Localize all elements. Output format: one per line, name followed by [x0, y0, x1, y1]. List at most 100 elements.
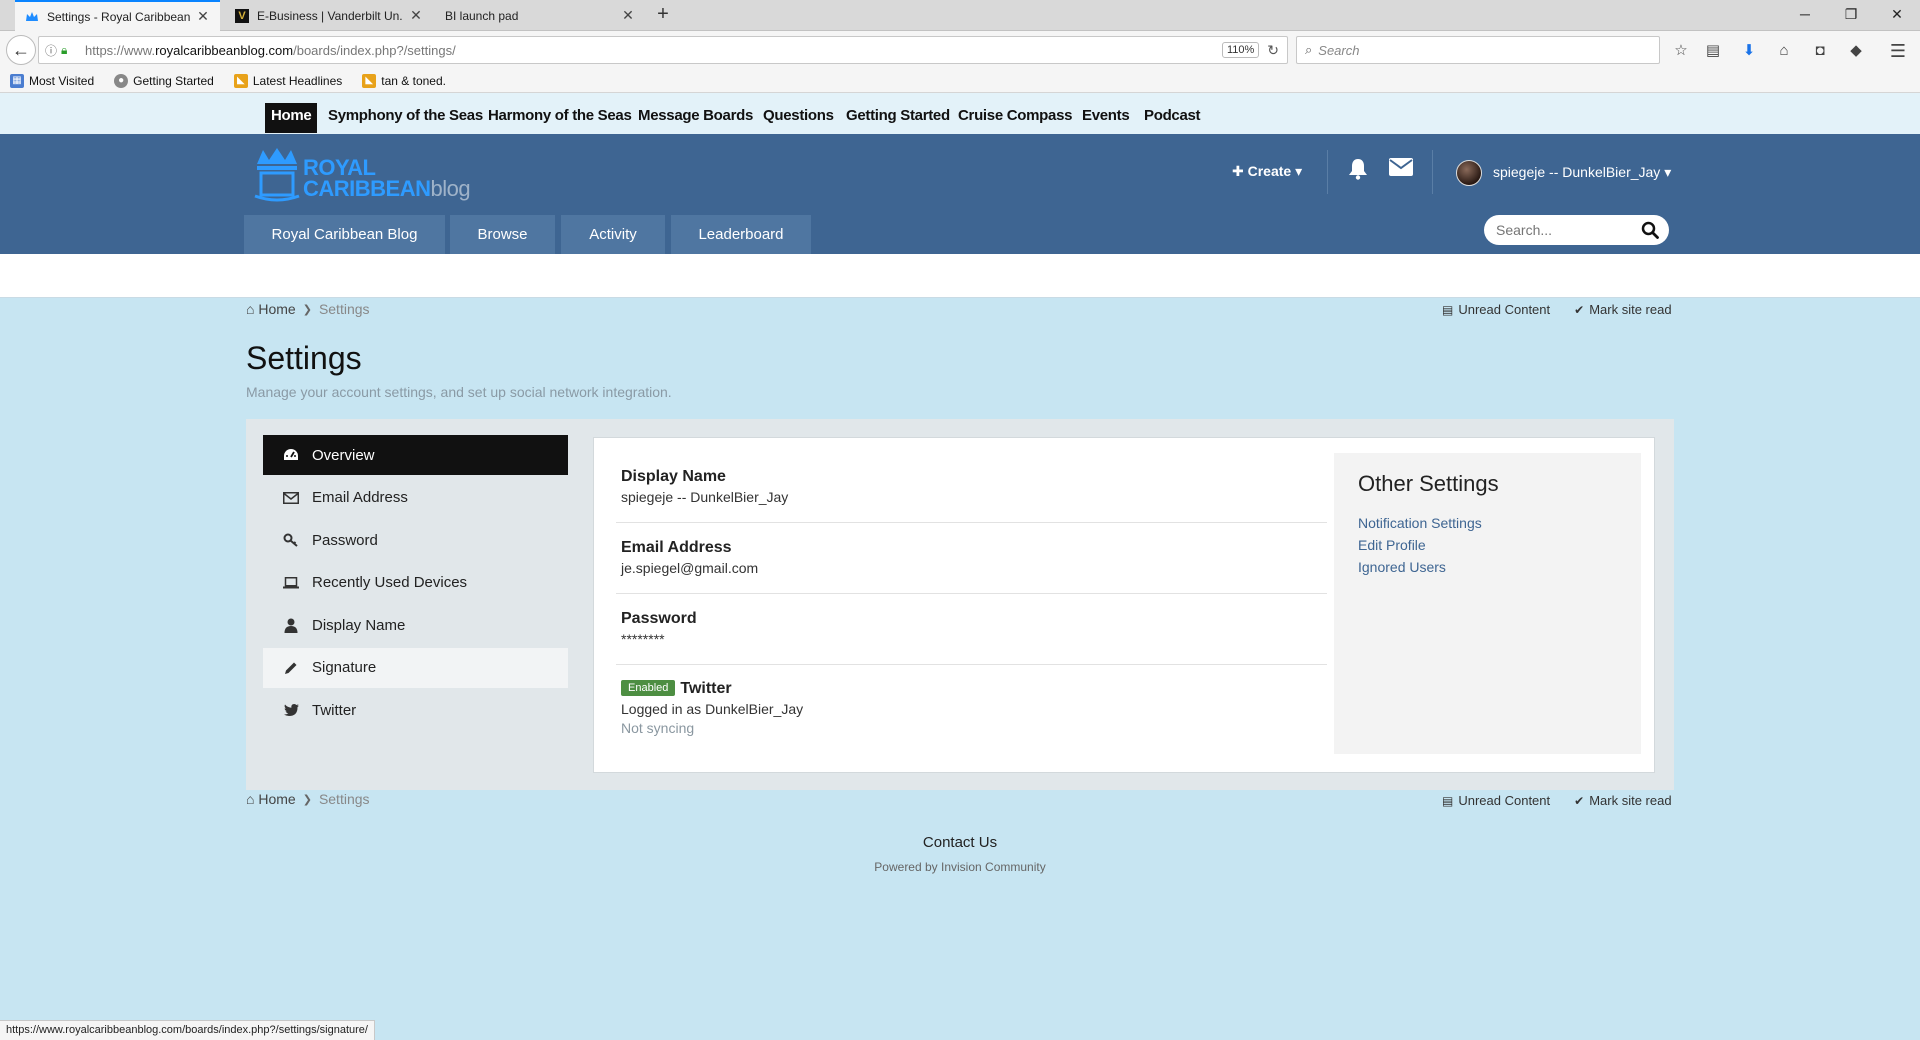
browser-tab[interactable]: BI launch pad ✕: [435, 0, 645, 31]
info-icon[interactable]: ⓘ: [45, 42, 61, 59]
chevron-right-icon: ❯: [302, 793, 312, 806]
nav-questions[interactable]: Questions: [757, 103, 840, 133]
breadcrumb-home[interactable]: ⌂ Home: [246, 301, 296, 317]
user-menu[interactable]: spiegeje -- DunkelBier_Jay ▾: [1493, 164, 1671, 181]
logo-text-line2: CARIBBEANblog: [303, 176, 471, 201]
site-search[interactable]: [1484, 215, 1669, 245]
divider: [616, 593, 1327, 594]
browser-tab-active[interactable]: Settings - Royal Caribbean... ✕: [15, 0, 220, 31]
pencil-icon: [281, 661, 301, 675]
envelope-messages-icon[interactable]: [1389, 158, 1413, 182]
bell-notifications-icon[interactable]: [1348, 158, 1368, 186]
powered-by-text: Powered by Invision Community: [874, 860, 1046, 874]
menu-item-twitter[interactable]: Twitter: [263, 690, 568, 730]
zoom-indicator[interactable]: 110%: [1221, 42, 1260, 58]
avatar[interactable]: [1456, 160, 1482, 186]
crown-logo-icon: [254, 148, 300, 202]
ignored-users-link[interactable]: Ignored Users: [1358, 556, 1617, 578]
browser-search-placeholder: Search: [1318, 42, 1360, 58]
reload-icon[interactable]: ↻: [1267, 42, 1279, 59]
lock-icon: 🔒︎: [61, 42, 68, 57]
nav-symphony[interactable]: Symphony of the Seas: [322, 103, 489, 133]
nav-podcast[interactable]: Podcast: [1138, 103, 1206, 133]
plus-icon: ✚: [1232, 163, 1244, 179]
email-value: je.spiegel@gmail.com: [621, 560, 759, 576]
minimize-icon[interactable]: ─: [1782, 0, 1828, 31]
create-button[interactable]: ✚ Create ▾: [1232, 163, 1302, 180]
settings-menu: Overview Email Address Password Recently…: [263, 435, 568, 733]
breadcrumb-current: Settings: [318, 301, 370, 317]
nav-message-boards[interactable]: Message Boards: [632, 103, 759, 133]
home-icon[interactable]: ⌂: [1770, 38, 1798, 64]
mark-site-read-link[interactable]: ✔ Mark site read: [1574, 302, 1671, 317]
restore-icon[interactable]: ❐: [1828, 0, 1874, 31]
rss-feed-icon: ◣: [362, 73, 377, 88]
contact-us-link[interactable]: Contact Us: [0, 834, 1920, 851]
bookmark-latest-headlines[interactable]: ◣ Latest Headlines: [233, 73, 342, 88]
laptop-icon: [281, 576, 301, 589]
twitter-sync-status: Not syncing: [621, 720, 695, 736]
chevron-right-icon: ❯: [302, 303, 312, 316]
close-tab-icon[interactable]: ✕: [409, 7, 423, 24]
bookmark-tan-toned[interactable]: ◣ tan & toned.: [362, 73, 446, 88]
menu-item-password[interactable]: Password: [263, 520, 568, 560]
close-window-icon[interactable]: ✕: [1874, 0, 1920, 31]
password-value: ********: [621, 631, 665, 647]
menu-label: Recently Used Devices: [312, 574, 468, 591]
menu-hamburger-icon[interactable]: ☰: [1884, 38, 1912, 64]
password-section: Password ********: [616, 610, 1328, 665]
divider: [616, 522, 1327, 523]
url-bar[interactable]: ⓘ 🔒︎ https://www.royalcaribbeanblog.com/…: [38, 36, 1288, 64]
menu-item-recently-used-devices[interactable]: Recently Used Devices: [263, 563, 568, 603]
reading-list-icon[interactable]: ▤: [1699, 38, 1727, 64]
site-top-nav: Home Symphony of the Seas Harmony of the…: [0, 93, 1920, 134]
rss-feed-icon: ◣: [233, 73, 248, 88]
nav-harmony[interactable]: Harmony of the Seas: [482, 103, 638, 133]
tab-title: E-Business | Vanderbilt Un...: [257, 8, 403, 23]
menu-item-overview[interactable]: Overview: [263, 435, 568, 475]
unread-content-link[interactable]: ▤ Unread Content: [1442, 302, 1550, 317]
browser-search-field[interactable]: ⌕ Search: [1296, 36, 1660, 64]
breadcrumb: ⌂ Home ❯ Settings: [246, 301, 370, 317]
nav-cruise-compass[interactable]: Cruise Compass: [952, 103, 1078, 133]
crown-favicon-icon: [25, 10, 39, 24]
quick-links: ▤ Unread Content ✔ Mark site read: [1418, 302, 1672, 317]
bookmark-getting-started[interactable]: ● Getting Started: [114, 73, 214, 88]
page-title: Settings: [246, 340, 362, 376]
breadcrumb-home[interactable]: ⌂ Home: [246, 791, 296, 807]
twitter-heading: Enabled Twitter: [621, 680, 1328, 698]
browser-tab[interactable]: V E-Business | Vanderbilt Un... ✕: [225, 0, 433, 31]
menu-label: Signature: [312, 659, 377, 676]
user-icon: [281, 618, 301, 633]
subnav-browse[interactable]: Browse: [450, 215, 555, 255]
url-text[interactable]: https://www.royalcaribbeanblog.com/board…: [85, 43, 1222, 58]
site-logo[interactable]: ROYAL CARIBBEANblog: [251, 146, 471, 206]
vanderbilt-favicon-icon: V: [235, 8, 249, 23]
new-tab-icon[interactable]: +: [651, 3, 675, 26]
bookmark-star-icon[interactable]: ☆: [1667, 38, 1695, 64]
menu-item-signature[interactable]: Signature: [263, 647, 568, 688]
back-arrow-icon[interactable]: ←: [6, 35, 36, 65]
nav-events[interactable]: Events: [1076, 103, 1135, 133]
menu-label: Email Address: [312, 489, 408, 506]
nav-home[interactable]: Home: [265, 103, 318, 133]
close-tab-icon[interactable]: ✕: [196, 8, 210, 25]
site-search-input[interactable]: [1496, 222, 1641, 238]
search-icon[interactable]: [1641, 221, 1659, 239]
download-icon[interactable]: ⬇: [1735, 38, 1763, 64]
notification-settings-link[interactable]: Notification Settings: [1358, 512, 1617, 534]
unread-content-link[interactable]: ▤ Unread Content: [1442, 793, 1550, 808]
nav-getting-started[interactable]: Getting Started: [840, 103, 956, 133]
mark-site-read-link[interactable]: ✔ Mark site read: [1574, 793, 1671, 808]
extension-icon[interactable]: ◆: [1842, 38, 1870, 64]
subnav-leaderboard[interactable]: Leaderboard: [671, 215, 811, 255]
pocket-icon[interactable]: ◘: [1806, 38, 1834, 64]
edit-profile-link[interactable]: Edit Profile: [1358, 534, 1617, 556]
bookmark-most-visited[interactable]: ▦ Most Visited: [10, 73, 94, 88]
close-tab-icon[interactable]: ✕: [621, 7, 635, 24]
subnav-royal-caribbean-blog[interactable]: Royal Caribbean Blog: [244, 215, 445, 255]
menu-item-email-address[interactable]: Email Address: [263, 478, 568, 518]
other-settings-title: Other Settings: [1358, 471, 1499, 496]
menu-item-display-name[interactable]: Display Name: [263, 605, 568, 645]
subnav-activity[interactable]: Activity: [561, 215, 665, 255]
